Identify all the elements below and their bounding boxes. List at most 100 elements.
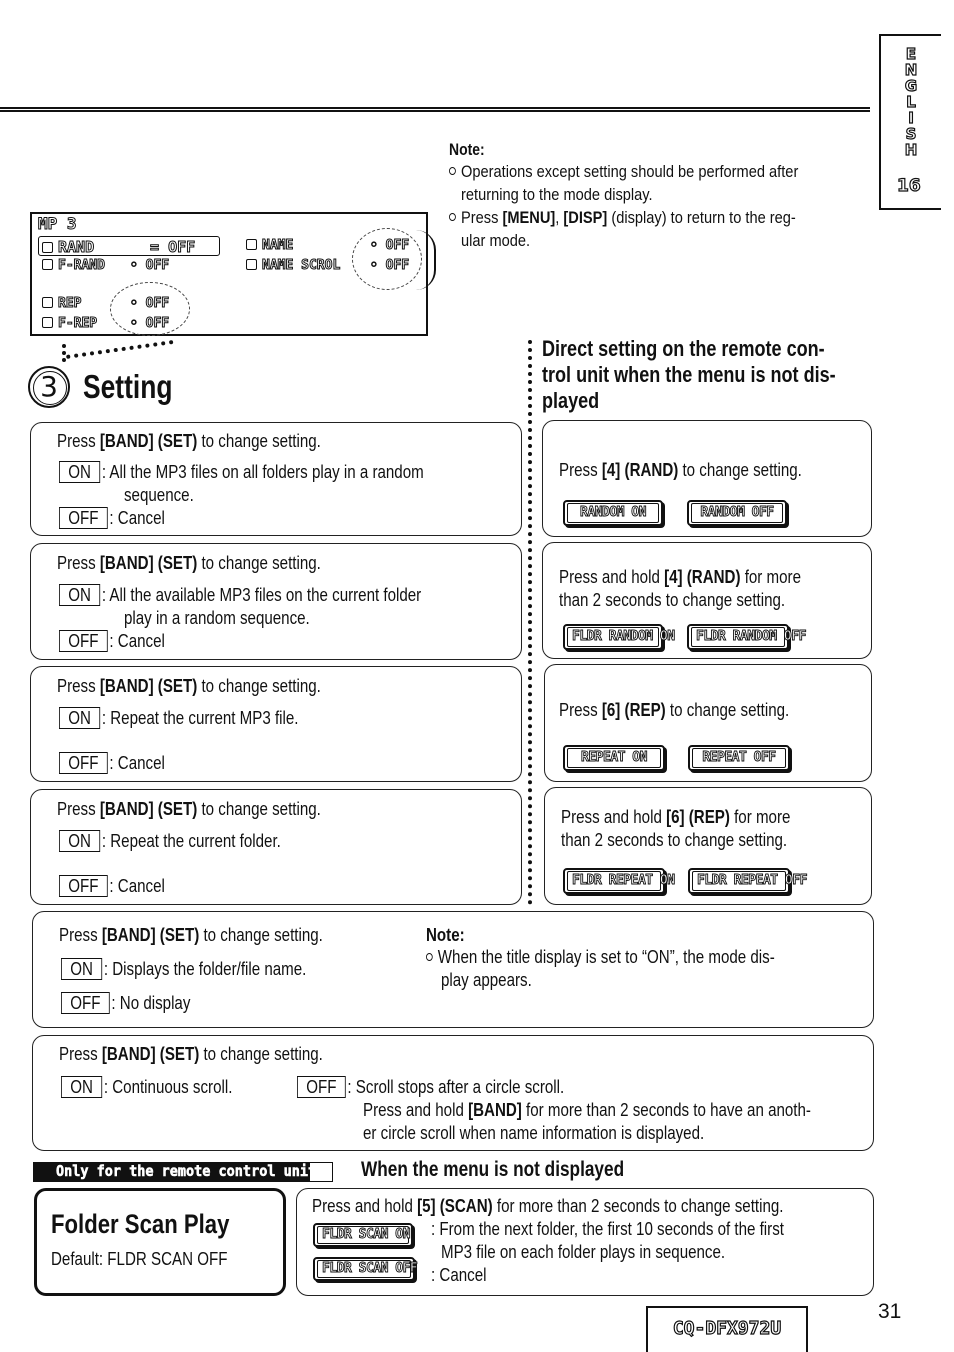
heading-line: played	[542, 388, 600, 413]
display-text: FLDR RANDOM OFF	[691, 627, 807, 647]
instruction: Press [BAND] (SET) to change setting.	[57, 430, 321, 453]
text: Press	[559, 460, 602, 480]
on-option: ON: Continuous scroll.	[61, 1076, 232, 1099]
fldr-random-off-display: FLDR RANDOM OFF	[687, 624, 807, 650]
menu-item-label: NAME	[261, 238, 294, 254]
menu-item-label: F-RAND	[58, 258, 106, 274]
on-option: ON: All the available MP3 files on the c…	[59, 584, 421, 607]
menu-item-value: ◦ OFF	[129, 258, 170, 274]
lang-letter: H	[904, 141, 918, 159]
text: Press	[59, 925, 102, 945]
text: to change setting.	[199, 925, 323, 945]
heading-line: trol unit when the menu is not dis-	[542, 362, 836, 387]
option-desc: : From the next folder, the first 10 sec…	[431, 1219, 784, 1239]
menu-item-label: NAME SCROL	[261, 258, 341, 274]
text: Press	[57, 799, 100, 819]
menu-item-f-rep: F-REP	[42, 316, 98, 332]
fldr-scan-on-display: FLDR SCAN ON	[313, 1223, 413, 1247]
key-label: [BAND] (SET)	[99, 676, 198, 696]
key-label: [BAND] (SET)	[101, 1044, 200, 1064]
name-setting-panel: Press [BAND] (SET) to change setting. ON…	[32, 911, 874, 1028]
on-option: ON: Repeat the current MP3 file.	[59, 707, 299, 730]
text: to change setting.	[197, 431, 321, 451]
off-key: OFF	[61, 992, 110, 1014]
on-key: ON	[61, 1076, 103, 1098]
option-desc: : Cancel	[109, 753, 165, 773]
repeat-on-display: REPEAT ON	[563, 745, 665, 771]
model-number: CQ-DFX972U	[672, 1317, 782, 1339]
note-bullet: When the title display is set to “ON”, t…	[426, 946, 775, 969]
random-on-display: RANDOM ON	[563, 500, 663, 526]
connector-dots	[66, 339, 174, 359]
option-desc: er circle scroll when name information i…	[363, 1123, 705, 1143]
text: to change setting.	[678, 460, 802, 480]
when-menu-heading: When the menu is not displayed	[361, 1158, 625, 1181]
text: for more than 2 seconds to change settin…	[492, 1196, 784, 1216]
display-text: FLDR SCAN OFF	[317, 1260, 418, 1278]
language-tab: E N G L I S H 16	[879, 34, 941, 210]
menu-item-name-scrol: NAME SCROL	[246, 258, 341, 274]
note-heading: Note:	[426, 925, 465, 945]
text: for more	[729, 807, 791, 827]
text: Press	[59, 1044, 102, 1064]
option-desc: play in a random sequence.	[124, 608, 310, 628]
direct-setting-heading: Direct setting on the remote con- trol u…	[542, 336, 882, 414]
text: Press and hold	[312, 1196, 418, 1216]
highlight-arc	[352, 228, 422, 290]
menu-item-f-rand: F-RAND	[42, 258, 106, 274]
name-scroll-setting-panel: Press [BAND] (SET) to change setting. ON…	[32, 1035, 874, 1151]
lang-letter: I	[908, 109, 915, 127]
folder-scan-panel: Press and hold [5] (SCAN) for more than …	[296, 1188, 874, 1296]
menu-value: OFF	[168, 238, 196, 257]
option-desc: : Cancel	[109, 631, 165, 651]
key-label: [5] (SCAN)	[417, 1196, 493, 1216]
on-key: ON	[59, 830, 101, 852]
fldr-repeat-on-display: FLDR REPEAT ON	[563, 868, 676, 894]
off-option: OFF: Cancel	[59, 875, 165, 898]
checkbox-icon	[246, 239, 257, 250]
text: Press	[559, 700, 602, 720]
instruction: Press [BAND] (SET) to change setting.	[57, 798, 321, 821]
option-desc: sequence.	[124, 485, 194, 505]
on-key: ON	[61, 958, 103, 980]
option-desc: : All the available MP3 files on the cur…	[101, 585, 422, 605]
rand-setting-panel: Press [BAND] (SET) to change setting. ON…	[30, 422, 522, 536]
key-label: [6] (REP)	[666, 807, 730, 827]
option-desc: MP3 file on each folder plays in sequenc…	[441, 1242, 726, 1262]
text: to change setting.	[199, 1044, 323, 1064]
note-bullet: Press [MENU], [DISP] (display) to return…	[449, 206, 810, 229]
off-key: OFF	[59, 752, 108, 774]
option-desc: : Displays the folder/file name.	[103, 959, 307, 979]
bracket	[416, 230, 436, 290]
checkbox-icon	[246, 259, 257, 270]
folder-scan-title: Folder Scan Play	[51, 1209, 230, 1239]
fldr-repeat-remote-panel: Press and hold [6] (REP) for more than 2…	[544, 787, 872, 905]
language-label: E N G L I S H	[901, 45, 921, 159]
option-desc: : Cancel	[431, 1265, 487, 1285]
note-bullet: Operations except setting should be perf…	[449, 160, 810, 183]
text: Press	[57, 553, 100, 573]
text: to change setting.	[665, 700, 790, 720]
menu-item-label: F-REP	[57, 316, 98, 332]
checkbox-icon	[42, 297, 53, 308]
folder-scan-default: Default: FLDR SCAN OFF	[51, 1249, 228, 1269]
highlight-arc	[110, 282, 190, 336]
repeat-off-display: REPEAT OFF	[688, 745, 790, 771]
note-text: Operations except setting should be perf…	[461, 162, 799, 181]
connector-dots	[62, 344, 66, 362]
menu-item-value: = OFF	[149, 238, 196, 257]
instruction: Press [BAND] (SET) to change setting.	[59, 1043, 323, 1066]
divider-dots	[528, 340, 532, 905]
off-option: OFF: Cancel	[59, 752, 165, 775]
option-desc: : No display	[111, 993, 191, 1013]
option-desc: : Scroll stops after a circle scroll.	[347, 1077, 565, 1097]
menu-item-rand: RAND	[42, 238, 95, 257]
option-desc: Press and hold [BAND] for more than 2 se…	[363, 1099, 811, 1122]
header-rule	[0, 107, 870, 112]
rep-setting-panel: Press [BAND] (SET) to change setting. ON…	[30, 666, 522, 782]
option-desc: : Continuous scroll.	[103, 1077, 233, 1097]
option-desc: : Repeat the current folder.	[101, 831, 281, 851]
note-text: Press [MENU], [DISP] (display) to return…	[461, 208, 796, 227]
page-number: 31	[878, 1300, 902, 1323]
note-heading: Note:	[449, 140, 485, 159]
